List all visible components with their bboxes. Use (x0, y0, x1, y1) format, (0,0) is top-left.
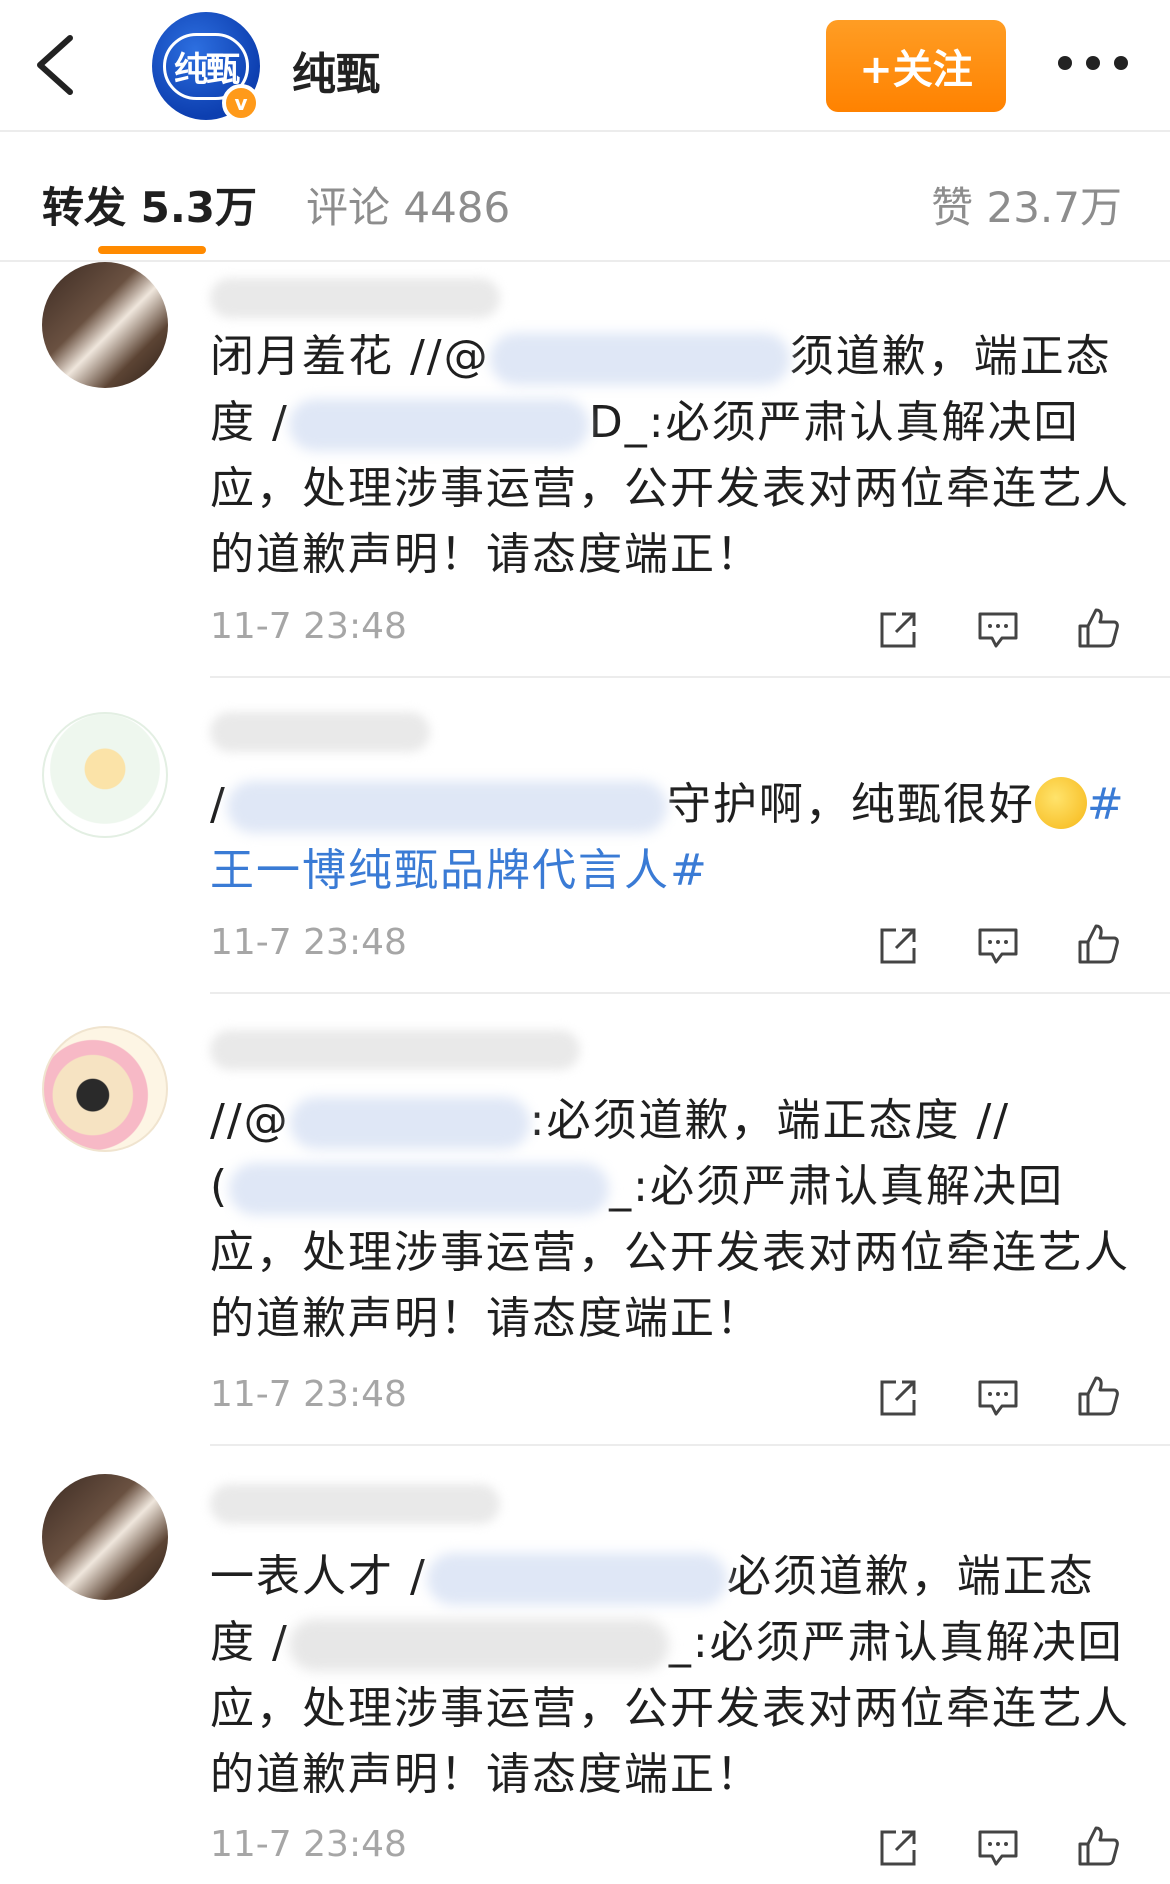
verified-badge: v (222, 84, 260, 122)
hashtag-link[interactable]: 王一博纯甄品牌代言人# (210, 838, 709, 904)
mention-blurred[interactable] (489, 333, 790, 385)
username-blurred (210, 278, 500, 318)
comment-icon[interactable] (976, 608, 1020, 652)
repost-text: 的道歉声明！请态度端正！ (210, 1293, 762, 1344)
repost-text-line: / 守护啊，纯甄很好 # (210, 772, 1126, 838)
repost-text: 应，处理涉事运营，公开发表对两位牵连艺人 (210, 1683, 1130, 1734)
repost-text: 度 / (210, 397, 289, 448)
comment-icon[interactable] (976, 1376, 1020, 1420)
user-avatar[interactable] (42, 262, 168, 388)
repost-text: 闭月羞花 //@ (210, 331, 490, 382)
repost-text-line: 度 / D_:必须严肃认真解决回 (210, 390, 1080, 456)
post-timestamp: 11-7 23:48 (210, 1824, 407, 1865)
emoji-icon (1034, 777, 1087, 829)
like-icon[interactable] (1076, 606, 1120, 650)
repost-text: 应，处理涉事运营，公开发表对两位牵连艺人 (210, 1227, 1130, 1278)
post-timestamp: 11-7 23:48 (210, 606, 407, 647)
repost-text: :必须道歉，端正态度 // (529, 1095, 1011, 1146)
chevron-left-icon[interactable] (30, 30, 80, 100)
share-icon[interactable] (876, 924, 920, 968)
username-blurred (210, 712, 430, 752)
share-icon[interactable] (876, 1376, 920, 1420)
mention-blurred[interactable] (426, 1553, 727, 1605)
repost-text-line: //@ :必须道歉，端正态度 // (210, 1088, 1010, 1154)
user-avatar[interactable] (42, 1474, 168, 1600)
user-avatar[interactable] (42, 1026, 168, 1152)
divider (210, 992, 1170, 994)
repost-text: ( (210, 1161, 230, 1212)
username-blurred (210, 1484, 500, 1524)
repost-text-line: 度 / _:必须严肃认真解决回 (210, 1610, 1124, 1676)
repost-text: 一表人才 / (210, 1551, 427, 1602)
post-timestamp: 11-7 23:48 (210, 1374, 407, 1415)
ellipsis-icon[interactable] (1058, 56, 1128, 76)
repost-text: 须道歉，端正态 (789, 331, 1112, 382)
repost-text: _:必须严肃认真解决回 (668, 1617, 1124, 1668)
like-icon[interactable] (1076, 1374, 1120, 1418)
repost-text: 度 / (210, 1617, 289, 1668)
repost-text: 应，处理涉事运营，公开发表对两位牵连艺人 (210, 463, 1130, 514)
tab-comment[interactable]: 评论 4486 (306, 174, 510, 235)
active-tab-indicator (98, 246, 206, 254)
repost-text-line: 一表人才 / 必须道歉，端正态 (210, 1544, 1095, 1610)
follow-button[interactable]: +关注 (826, 20, 1006, 112)
repost-text: 的道歉声明！请态度端正！ (210, 1749, 762, 1800)
repost-text: 守护啊，纯甄很好 (666, 779, 1035, 830)
username-blurred (210, 1030, 580, 1070)
divider (210, 676, 1170, 678)
like-icon[interactable] (1076, 922, 1120, 966)
user-avatar[interactable] (42, 712, 168, 838)
repost-text: / (210, 779, 227, 830)
repost-text-line: ( _:必须严肃认真解决回 (210, 1154, 1064, 1220)
mention-blurred[interactable] (229, 1163, 610, 1215)
repost-text: //@ (210, 1095, 290, 1146)
account-name[interactable]: 纯甄 (292, 38, 380, 102)
post-timestamp: 11-7 23:48 (210, 922, 407, 963)
top-bar: 纯甄 v 纯甄 +关注 (0, 0, 1170, 132)
repost-text: _:必须严肃认真解决回 (609, 1161, 1064, 1212)
comment-icon[interactable] (976, 1826, 1020, 1870)
tab-like[interactable]: 赞 23.7万 (931, 174, 1122, 235)
mention-blurred[interactable] (226, 781, 667, 833)
hashtag-link[interactable]: # (1087, 779, 1126, 830)
share-icon[interactable] (876, 1826, 920, 1870)
repost-text-line: 闭月羞花 //@ 须道歉，端正态 (210, 324, 1112, 390)
tab-repost[interactable]: 转发 5.3万 (42, 174, 257, 235)
share-icon[interactable] (876, 608, 920, 652)
comment-icon[interactable] (976, 924, 1020, 968)
repost-text: D_:必须严肃认真解决回 (588, 397, 1080, 448)
mention-blurred[interactable] (289, 1097, 530, 1149)
repost-text: 必须道歉，端正态 (726, 1551, 1095, 1602)
divider (210, 1444, 1170, 1446)
mention-blurred[interactable] (288, 399, 589, 451)
post-tabs: 转发 5.3万 评论 4486 赞 23.7万 (0, 134, 1170, 262)
mention-blurred[interactable] (288, 1619, 669, 1671)
like-icon[interactable] (1076, 1824, 1120, 1868)
repost-text: 的道歉声明！请态度端正！ (210, 529, 762, 580)
